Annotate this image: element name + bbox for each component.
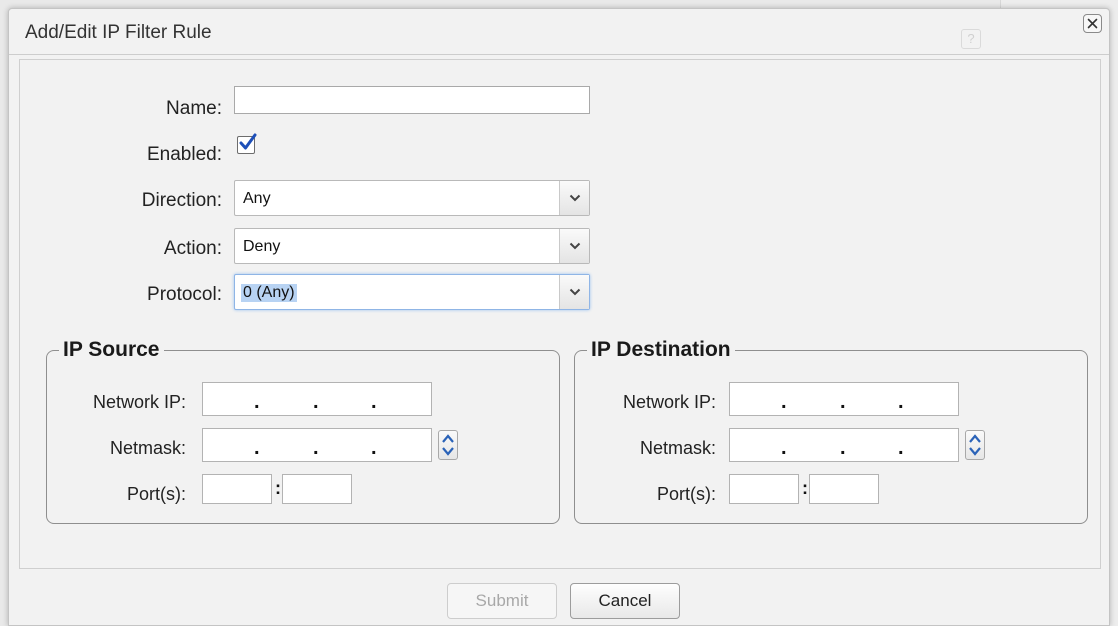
destination-network-ip-input[interactable]: ... [729, 382, 959, 416]
help-icon: ? [961, 29, 981, 49]
cancel-button[interactable]: Cancel [570, 583, 680, 619]
name-label: Name: [166, 98, 222, 119]
chevron-down-icon [559, 181, 589, 215]
action-select[interactable]: Deny [234, 228, 590, 264]
source-ports-label: Port(s): [126, 484, 186, 504]
destination-netmask-label: Netmask: [639, 438, 716, 458]
source-port-separator: : [275, 478, 281, 498]
source-netmask-input[interactable]: ... [202, 428, 432, 462]
chevron-down-icon [559, 229, 589, 263]
checkmark-icon [239, 133, 257, 150]
protocol-select[interactable]: 0 (Any) [234, 274, 590, 310]
destination-netmask-input[interactable]: ... [729, 428, 959, 462]
enabled-checkbox[interactable] [237, 133, 257, 154]
ip-destination-legend: IP Destination [591, 338, 731, 361]
name-input[interactable] [234, 86, 590, 114]
source-network-ip-input[interactable]: ... [202, 382, 432, 416]
direction-value: Any [243, 190, 271, 207]
ip-filter-rule-dialog: Add/Edit IP Filter Rule ? Name: Enabled:… [8, 8, 1110, 626]
dialog-title: Add/Edit IP Filter Rule [25, 22, 212, 43]
direction-select[interactable]: Any [234, 180, 590, 216]
source-network-ip-label: Network IP: [92, 392, 186, 412]
source-port-start-input[interactable] [202, 474, 272, 504]
submit-button[interactable]: Submit [447, 583, 557, 619]
source-netmask-spinner[interactable] [438, 430, 458, 460]
source-netmask-label: Netmask: [109, 438, 186, 458]
destination-port-start-input[interactable] [729, 474, 799, 504]
dialog-content: Name: Enabled: Direction: Any Action: De… [19, 59, 1101, 569]
close-button[interactable] [1083, 14, 1102, 33]
destination-netmask-spinner[interactable] [965, 430, 985, 460]
destination-port-separator: : [802, 478, 808, 498]
action-value: Deny [243, 238, 281, 255]
destination-network-ip-label: Network IP: [622, 392, 716, 412]
close-icon [1087, 18, 1098, 29]
destination-port-end-input[interactable] [809, 474, 879, 504]
up-down-arrows-icon [442, 434, 454, 456]
direction-label: Direction: [141, 190, 222, 211]
up-down-arrows-icon [969, 434, 981, 456]
protocol-label: Protocol: [147, 284, 222, 305]
action-label: Action: [163, 238, 222, 259]
ip-source-legend: IP Source [63, 338, 160, 361]
protocol-value: 0 (Any) [241, 284, 297, 302]
destination-ports-label: Port(s): [656, 484, 716, 504]
chevron-down-icon [559, 275, 589, 309]
dialog-titlebar: Add/Edit IP Filter Rule ? [9, 9, 1109, 55]
source-port-end-input[interactable] [282, 474, 352, 504]
enabled-label: Enabled: [146, 144, 222, 165]
